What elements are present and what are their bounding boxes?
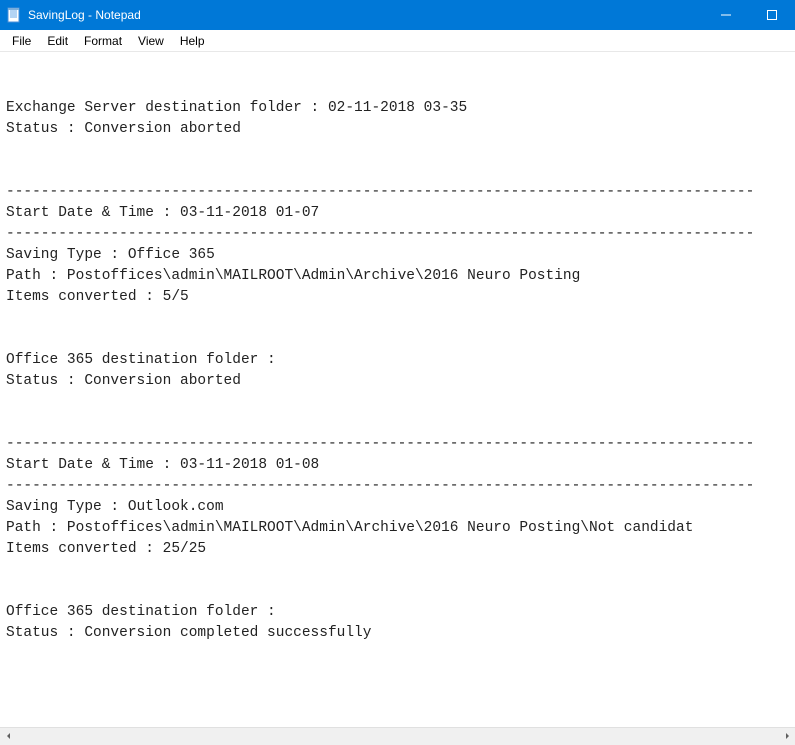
horizontal-scrollbar[interactable] (0, 727, 795, 744)
scroll-left-button[interactable] (0, 728, 17, 745)
text-area[interactable]: Exchange Server destination folder : 02-… (2, 54, 793, 646)
titlebar: SavingLog - Notepad (0, 0, 795, 30)
menu-edit[interactable]: Edit (39, 32, 76, 50)
menu-view[interactable]: View (130, 32, 172, 50)
scroll-track[interactable] (17, 728, 778, 745)
window-title: SavingLog - Notepad (28, 8, 141, 22)
menu-help[interactable]: Help (172, 32, 213, 50)
maximize-button[interactable] (749, 0, 795, 30)
minimize-button[interactable] (703, 0, 749, 30)
menu-format[interactable]: Format (76, 32, 130, 50)
menu-file[interactable]: File (4, 32, 39, 50)
window-controls (703, 0, 795, 30)
notepad-icon (6, 7, 22, 23)
text-content[interactable]: Exchange Server destination folder : 02-… (0, 52, 795, 727)
menubar: File Edit Format View Help (0, 30, 795, 52)
scroll-right-button[interactable] (778, 728, 795, 745)
